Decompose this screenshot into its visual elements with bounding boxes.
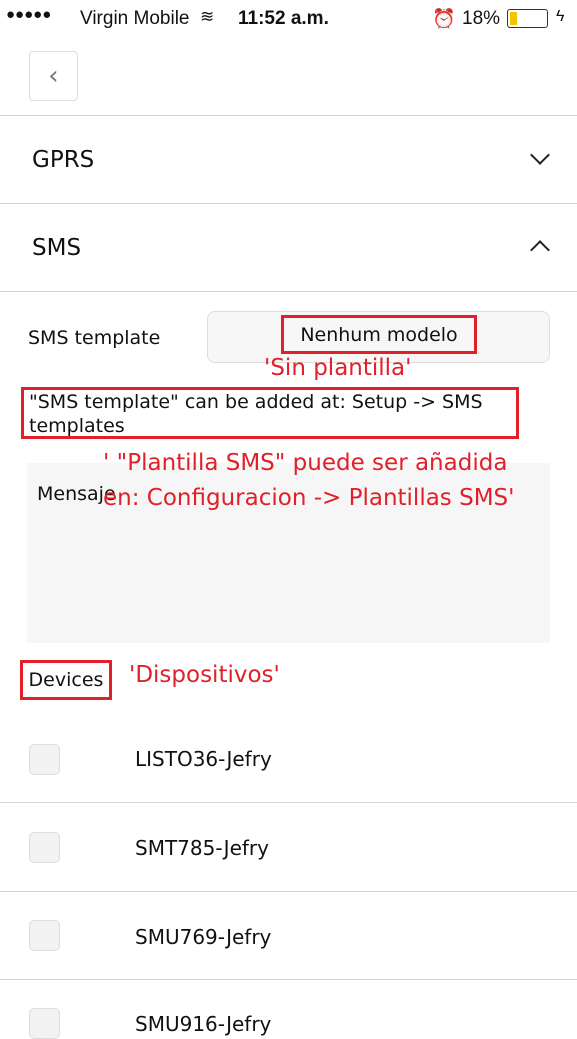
devices-label: Devices <box>20 660 112 700</box>
device-name: SMT785-Jefry <box>135 836 269 860</box>
sms-template-label: SMS template <box>28 327 161 349</box>
device-name: SMU916-Jefry <box>135 1012 272 1036</box>
chevron-left-icon: ‹ <box>48 61 59 91</box>
sms-template-value: Nenhum modelo <box>281 315 477 354</box>
device-name: LISTO36-Jefry <box>135 747 272 771</box>
carrier: Virgin Mobile <box>80 8 190 29</box>
device-checkbox[interactable] <box>29 744 60 775</box>
divider <box>0 891 577 892</box>
annotation-hint-2: en: Configuracion -> Plantillas SMS' <box>103 485 515 511</box>
wifi-icon: ≋ <box>200 7 215 26</box>
signal-icon: ●●●●● <box>6 6 52 23</box>
chevron-up-icon[interactable] <box>530 240 550 260</box>
device-checkbox[interactable] <box>29 832 60 863</box>
chevron-down-icon[interactable] <box>530 145 550 165</box>
clock: 11:52 a.m. <box>238 8 329 29</box>
divider <box>0 203 577 204</box>
back-button[interactable]: ‹ <box>29 51 78 101</box>
section-gprs[interactable]: GPRS <box>32 147 94 173</box>
annotation-hint-1: ' "Plantilla SMS" puede ser añadida <box>103 450 508 476</box>
battery-icon <box>507 9 548 28</box>
annotation-devices: 'Dispositivos' <box>129 662 280 688</box>
annotation-template: 'Sin plantilla' <box>264 355 412 381</box>
device-name: SMU769-Jefry <box>135 925 272 949</box>
divider <box>0 802 577 803</box>
divider <box>0 979 577 980</box>
divider <box>0 291 577 292</box>
alarm-icon: ⏰ <box>432 9 456 30</box>
status-bar: ●●●●● Virgin Mobile ≋ 11:52 a.m. ⏰ 18% ϟ <box>0 0 577 38</box>
device-checkbox[interactable] <box>29 920 60 951</box>
sms-template-hint: "SMS template" can be added at: Setup ->… <box>21 387 519 439</box>
divider <box>0 115 577 116</box>
battery-percent: 18% <box>462 8 501 29</box>
charging-icon: ϟ <box>556 8 565 25</box>
section-sms[interactable]: SMS <box>32 235 81 261</box>
